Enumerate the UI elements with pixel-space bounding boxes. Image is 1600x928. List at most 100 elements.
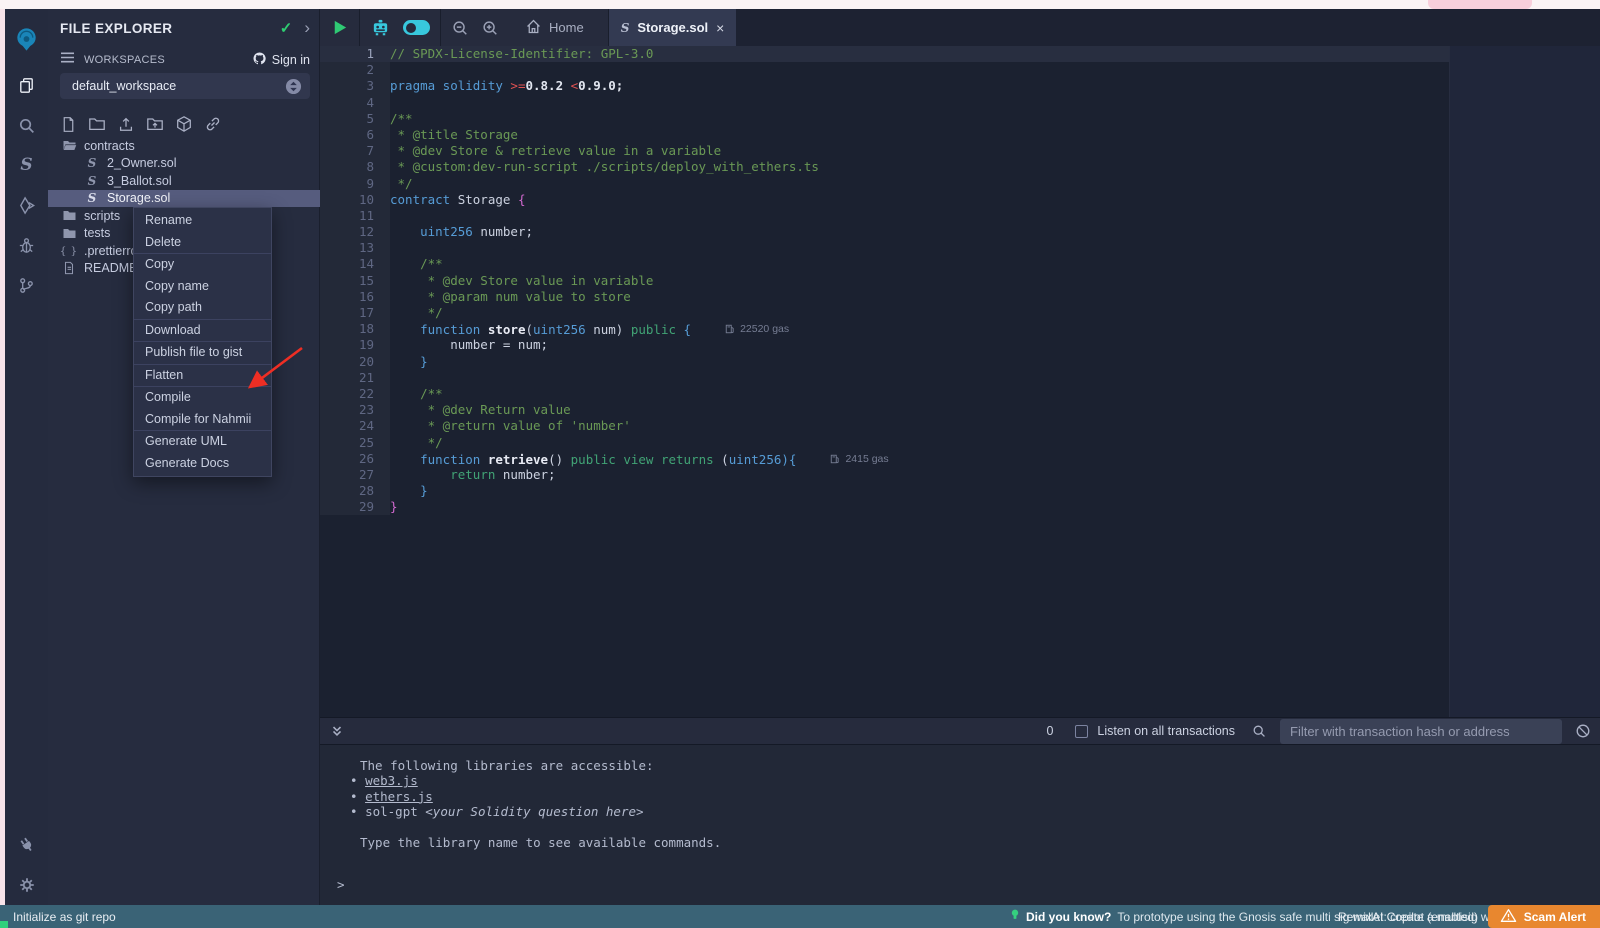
debugger-icon[interactable]: [5, 225, 48, 265]
transaction-count: 0: [1046, 724, 1053, 738]
create-folder-icon[interactable]: [88, 115, 106, 133]
run-script-button[interactable]: [330, 18, 349, 37]
code-line-20[interactable]: 20 }: [320, 354, 1476, 370]
code-line-2[interactable]: 2: [320, 62, 1476, 78]
hamburger-menu-icon[interactable]: [60, 51, 75, 69]
check-icon[interactable]: ✓: [280, 19, 293, 38]
code-line-22[interactable]: 22 /**: [320, 386, 1476, 402]
code-editor[interactable]: 1// SPDX-License-Identifier: GPL-3.023pr…: [320, 46, 1600, 717]
tab-home[interactable]: Home: [511, 18, 598, 38]
settings-icon[interactable]: [5, 865, 48, 905]
code-line-21[interactable]: 21: [320, 370, 1476, 386]
sign-in-button[interactable]: Sign in: [252, 51, 310, 69]
deploy-and-run-icon[interactable]: [5, 185, 48, 225]
code-line-8[interactable]: 8 * @custom:dev-run-script ./scripts/dep…: [320, 159, 1476, 175]
publish-to-gist-icon[interactable]: [204, 115, 222, 133]
file-explorer-icon[interactable]: [5, 65, 48, 105]
code-line-12[interactable]: 12 uint256 number;: [320, 224, 1476, 240]
code-line-11[interactable]: 11: [320, 208, 1476, 224]
menu-item-delete[interactable]: Delete: [134, 232, 271, 254]
tab-storage-sol[interactable]: S Storage.sol ×: [609, 9, 737, 46]
code-line-15[interactable]: 15 * @dev Store value in variable: [320, 273, 1476, 289]
warning-icon: [1500, 908, 1517, 926]
code-line-6[interactable]: 6 * @title Storage: [320, 127, 1476, 143]
menu-item-compile-for-nahmii[interactable]: Compile for Nahmii: [134, 409, 271, 431]
tree-item-label: 2_Owner.sol: [107, 156, 176, 170]
menu-item-download[interactable]: Download: [134, 320, 271, 342]
code-line-13[interactable]: 13: [320, 240, 1476, 256]
code-line-27[interactable]: 27 return number;: [320, 467, 1476, 483]
upload-folder-icon[interactable]: [146, 115, 164, 133]
code-line-18[interactable]: 18 function store(uint256 num) public {2…: [320, 321, 1476, 337]
braces-icon: { }: [61, 245, 77, 257]
chevron-right-icon[interactable]: ›: [304, 18, 310, 38]
menu-item-compile[interactable]: Compile: [134, 387, 271, 409]
menu-item-publish-file-to-gist[interactable]: Publish file to gist: [134, 342, 271, 364]
transaction-filter-input[interactable]: [1280, 719, 1562, 744]
code-line-26[interactable]: 26 function retrieve() public view retur…: [320, 451, 1476, 467]
code-line-7[interactable]: 7 * @dev Store & retrieve value in a var…: [320, 143, 1476, 159]
code-line-28[interactable]: 28 }: [320, 483, 1476, 499]
code-line-3[interactable]: 3pragma solidity >=0.8.2 <0.9.0;: [320, 78, 1476, 94]
line-content: */: [390, 305, 1476, 321]
menu-item-rename[interactable]: Rename: [134, 210, 271, 232]
create-file-icon[interactable]: [60, 116, 77, 133]
line-number: 24: [320, 418, 390, 434]
ai-copilot-icon[interactable]: [370, 18, 391, 37]
code-line-29[interactable]: 29}: [320, 499, 1476, 515]
menu-item-copy-path[interactable]: Copy path: [134, 297, 271, 319]
tree-item-label: contracts: [84, 139, 135, 153]
copilot-toggle[interactable]: [403, 20, 430, 35]
publish-to-ipfs-icon[interactable]: [175, 115, 193, 133]
menu-item-flatten[interactable]: Flatten: [134, 365, 271, 387]
upload-file-icon[interactable]: [117, 115, 135, 133]
search-icon[interactable]: [1251, 723, 1267, 739]
menu-item-copy[interactable]: Copy: [134, 254, 271, 276]
terminal-link-ethers-js[interactable]: ethers.js: [365, 789, 433, 804]
search-icon[interactable]: [5, 105, 48, 145]
line-number: 26: [320, 451, 390, 467]
code-line-24[interactable]: 24 * @return value of 'number': [320, 418, 1476, 434]
git-init-button[interactable]: Initialize as git repo: [13, 910, 116, 924]
scam-alert-badge[interactable]: Scam Alert: [1488, 905, 1600, 928]
tree-item-storage-sol[interactable]: SStorage.sol: [48, 190, 320, 208]
terminal[interactable]: The following libraries are accessible:•…: [320, 745, 1600, 905]
home-icon: [525, 18, 542, 38]
solidity-compiler-icon[interactable]: S: [5, 145, 48, 185]
zoom-out-icon[interactable]: [451, 19, 469, 37]
tree-item-2-owner-sol[interactable]: S2_Owner.sol: [48, 155, 320, 173]
code-line-16[interactable]: 16 * @param num value to store: [320, 289, 1476, 305]
menu-item-generate-uml[interactable]: Generate UML: [134, 431, 271, 453]
line-content: return number;: [390, 467, 1476, 483]
corner-artifact: [0, 921, 8, 928]
workspace-select[interactable]: default_workspace: [60, 73, 310, 99]
code-line-4[interactable]: 4: [320, 95, 1476, 111]
code-line-1[interactable]: 1// SPDX-License-Identifier: GPL-3.0: [320, 46, 1476, 62]
copilot-status[interactable]: RemixAI Copilot (enabled): [1338, 910, 1478, 924]
terminal-output: The following libraries are accessible:•…: [320, 758, 1600, 850]
clear-console-icon[interactable]: [1575, 723, 1591, 739]
plugin-manager-icon[interactable]: [5, 825, 48, 865]
code-line-19[interactable]: 19 number = num;: [320, 337, 1476, 353]
tree-item-3-ballot-sol[interactable]: S3_Ballot.sol: [48, 172, 320, 190]
menu-item-generate-docs[interactable]: Generate Docs: [134, 453, 271, 475]
tree-item-contracts[interactable]: contracts: [48, 137, 320, 155]
close-tab-icon[interactable]: ×: [716, 20, 724, 36]
code-line-5[interactable]: 5/**: [320, 111, 1476, 127]
collapse-terminal-icon[interactable]: [330, 724, 344, 738]
git-icon[interactable]: [5, 265, 48, 305]
code-line-25[interactable]: 25 */: [320, 435, 1476, 451]
code-line-10[interactable]: 10contract Storage {: [320, 192, 1476, 208]
line-number: 16: [320, 289, 390, 305]
menu-item-copy-name[interactable]: Copy name: [134, 276, 271, 298]
terminal-link-web3-js[interactable]: web3.js: [365, 773, 418, 788]
code-line-17[interactable]: 17 */: [320, 305, 1476, 321]
listen-checkbox[interactable]: [1075, 725, 1088, 738]
zoom-in-icon[interactable]: [481, 19, 499, 37]
code-line-23[interactable]: 23 * @dev Return value: [320, 402, 1476, 418]
line-number: 25: [320, 435, 390, 451]
remix-logo-icon[interactable]: [5, 13, 48, 65]
line-content: /**: [390, 386, 1476, 402]
code-line-14[interactable]: 14 /**: [320, 256, 1476, 272]
code-line-9[interactable]: 9 */: [320, 176, 1476, 192]
